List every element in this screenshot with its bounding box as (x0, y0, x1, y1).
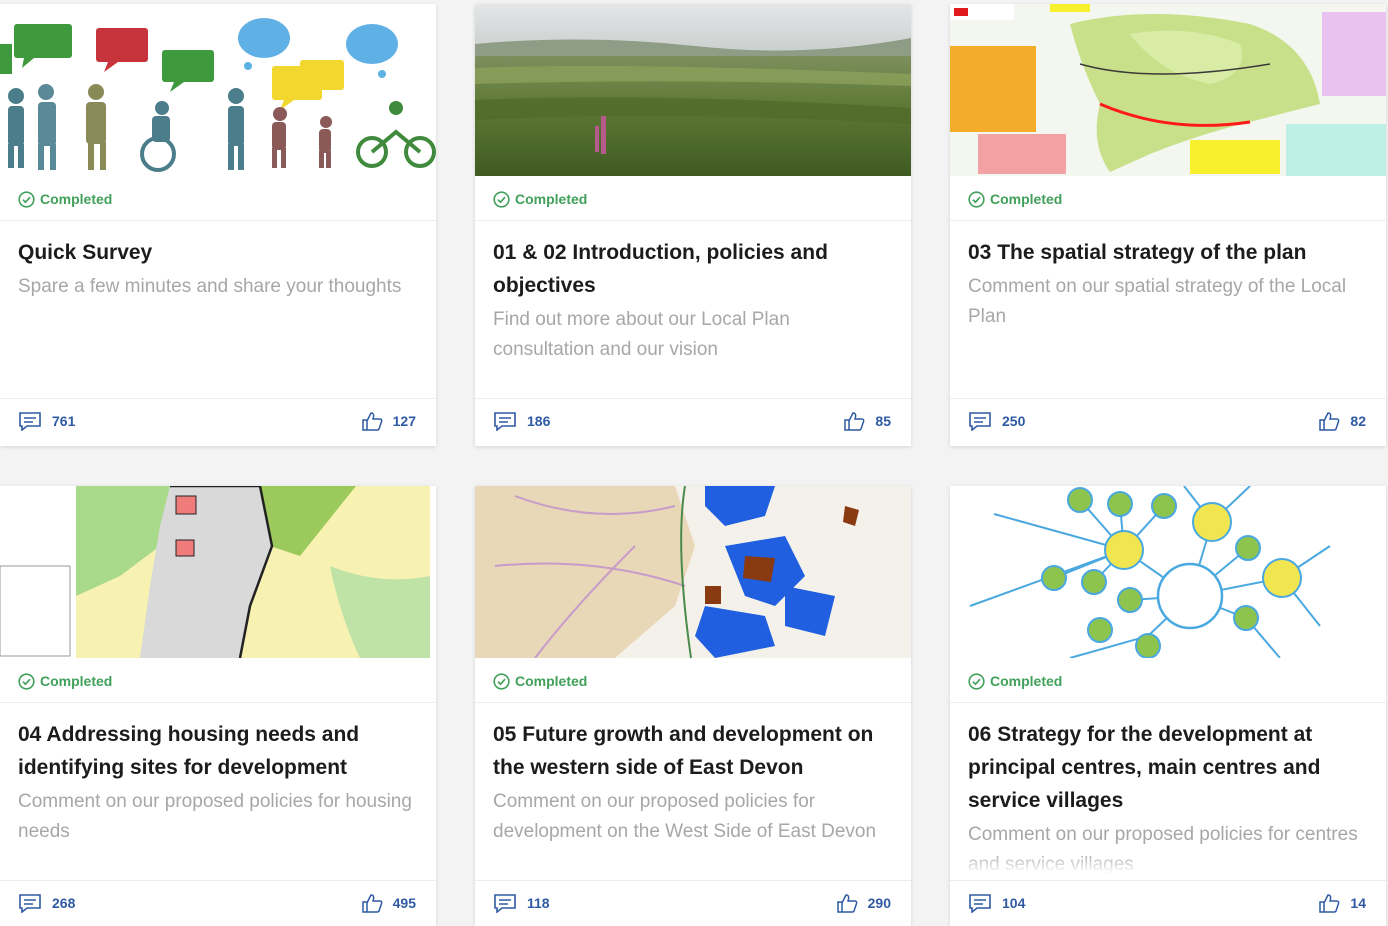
comment-icon (494, 412, 516, 431)
card-footer: 250 82 (950, 399, 1386, 446)
card-footer: 268 495 (0, 881, 436, 926)
likes-count[interactable]: 82 (1318, 411, 1366, 431)
divider (950, 220, 1386, 221)
card-title[interactable]: 05 Future growth and development on the … (493, 718, 893, 784)
comments-count[interactable]: 186 (493, 411, 550, 431)
status-label: Completed (515, 191, 588, 207)
check-circle-icon (968, 190, 985, 208)
housing-sites-map (0, 486, 436, 658)
thumbs-up-icon (1319, 412, 1340, 431)
card-title[interactable]: 06 Strategy for the development at princ… (968, 718, 1368, 817)
comments-count[interactable]: 118 (493, 893, 550, 913)
card-footer: 118 290 (475, 881, 911, 926)
status-label: Completed (990, 191, 1063, 207)
check-circle-icon (493, 672, 510, 690)
check-circle-icon (968, 672, 985, 690)
comments-count[interactable]: 104 (968, 893, 1025, 913)
status-label: Completed (40, 673, 113, 689)
comment-icon (969, 412, 991, 431)
card-description: Comment on our spatial strategy of the L… (968, 276, 1347, 327)
project-card-introduction[interactable]: Completed 01 & 02 Introduction, policies… (475, 4, 911, 446)
silhouettes-illustration (0, 4, 436, 176)
comment-icon (969, 894, 991, 913)
check-circle-icon (18, 190, 35, 208)
divider (0, 702, 436, 703)
likes-count[interactable]: 14 (1318, 893, 1366, 913)
project-card-quick-survey[interactable]: Completed Quick Survey Spare a few minut… (0, 4, 436, 446)
project-card-spatial-strategy[interactable]: Completed 03 The spatial strategy of the… (950, 4, 1386, 446)
comment-icon (19, 412, 41, 431)
comments-count[interactable]: 761 (18, 411, 75, 431)
card-title[interactable]: 03 The spatial strategy of the plan (968, 236, 1368, 269)
card-title[interactable]: Quick Survey (18, 236, 418, 269)
likes-count[interactable]: 127 (361, 411, 416, 431)
card-footer: 104 14 (950, 881, 1386, 926)
spatial-strategy-map (950, 4, 1386, 176)
divider (475, 220, 911, 221)
thumbs-up-icon (361, 412, 383, 431)
project-card-principal-centres[interactable]: Completed 06 Strategy for the developmen… (950, 486, 1386, 926)
text-fade (475, 852, 911, 874)
status-label: Completed (515, 673, 588, 689)
text-fade (950, 852, 1386, 874)
divider (0, 220, 436, 221)
card-footer: 761 127 (0, 399, 436, 446)
comment-icon (19, 894, 41, 913)
status-label: Completed (40, 191, 113, 207)
card-title[interactable]: 01 & 02 Introduction, policies and objec… (493, 236, 893, 302)
divider (950, 702, 1386, 703)
check-circle-icon (18, 672, 35, 690)
settlement-network-diagram (950, 486, 1386, 658)
check-circle-icon (493, 190, 510, 208)
card-description: Find out more about our Local Plan consu… (493, 309, 790, 360)
status-badge: Completed (18, 189, 112, 209)
status-badge: Completed (493, 671, 587, 691)
landscape-photo (475, 4, 911, 176)
likes-count[interactable]: 85 (843, 411, 891, 431)
project-card-western-growth[interactable]: Completed 05 Future growth and developme… (475, 486, 911, 926)
western-growth-map (475, 486, 911, 658)
thumbs-up-icon (844, 412, 865, 431)
comments-count[interactable]: 268 (18, 893, 75, 913)
thumbs-up-icon (1319, 894, 1340, 913)
status-badge: Completed (493, 189, 587, 209)
card-description: Spare a few minutes and share your thoug… (18, 276, 402, 297)
likes-count[interactable]: 495 (361, 893, 416, 913)
card-footer: 186 85 (475, 399, 911, 446)
status-badge: Completed (968, 671, 1062, 691)
card-title[interactable]: 04 Addressing housing needs and identify… (18, 718, 418, 784)
card-description: Comment on our proposed policies for hou… (18, 791, 412, 842)
divider (475, 702, 911, 703)
comment-icon (494, 894, 516, 913)
likes-count[interactable]: 290 (836, 893, 891, 913)
thumbs-up-icon (361, 894, 383, 913)
status-label: Completed (990, 673, 1063, 689)
comments-count[interactable]: 250 (968, 411, 1025, 431)
project-card-housing-needs[interactable]: Completed 04 Addressing housing needs an… (0, 486, 436, 926)
status-badge: Completed (18, 671, 112, 691)
thumbs-up-icon (836, 894, 858, 913)
status-badge: Completed (968, 189, 1062, 209)
